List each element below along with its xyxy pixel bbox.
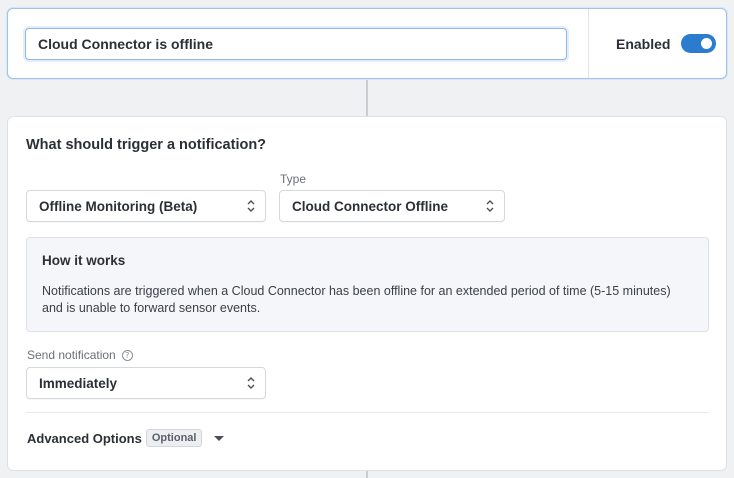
trigger-category-value: Offline Monitoring (Beta) [39,198,198,214]
send-notification-label: Send notification [27,348,116,362]
info-icon[interactable]: ? [121,349,133,361]
caret-down-icon [214,435,225,441]
connector-line-top [366,79,368,116]
optional-badge: Optional [145,429,203,447]
advanced-options-label: Advanced Options [27,430,142,446]
divider [26,412,709,413]
trigger-type-select[interactable]: Cloud Connector Offline [279,190,505,222]
notification-name-input[interactable] [25,28,567,60]
notification-header-card: Enabled [7,8,727,79]
send-notification-label-row: Send notification ? [27,348,133,362]
advanced-options-toggle[interactable]: Advanced Options Optional [27,429,225,447]
select-chevron-icon [247,200,255,212]
toggle-knob [701,38,713,49]
send-notification-value: Immediately [39,375,118,391]
select-chevron-icon [247,377,255,389]
trigger-card: What should trigger a notification? Offl… [7,116,727,471]
connector-line-bottom [366,471,368,478]
trigger-heading: What should trigger a notification? [26,137,267,153]
how-it-works-box: How it works Notifications are triggered… [26,237,709,332]
enabled-toggle[interactable] [681,34,717,53]
how-it-works-text: Notifications are triggered when a Cloud… [42,284,671,315]
send-notification-select[interactable]: Immediately [26,367,266,399]
type-label: Type [280,172,307,186]
how-it-works-title: How it works [42,253,126,268]
title-field-wrap [8,9,588,78]
trigger-category-select[interactable]: Offline Monitoring (Beta) [26,190,266,222]
trigger-type-value: Cloud Connector Offline [292,198,448,214]
select-chevron-icon [486,200,494,212]
enabled-label: Enabled [616,35,671,52]
enabled-toggle-wrap: Enabled [588,9,726,78]
